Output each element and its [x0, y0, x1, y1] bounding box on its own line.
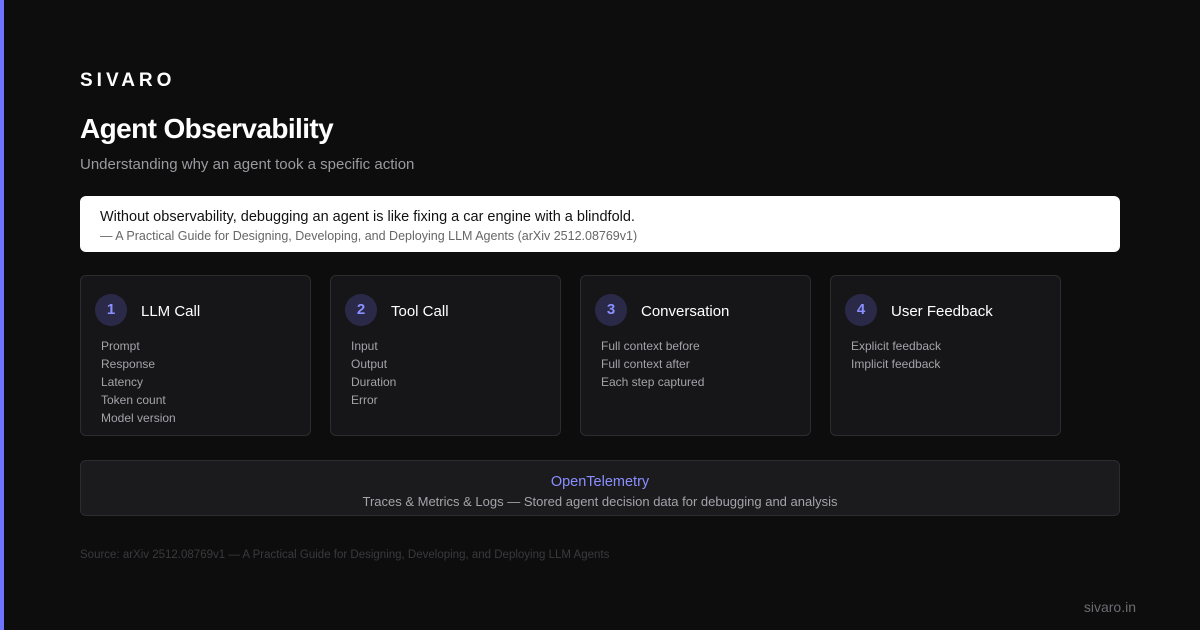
card-title: User Feedback — [891, 303, 993, 320]
step-number-badge: 1 — [95, 294, 127, 326]
step-number-badge: 4 — [845, 294, 877, 326]
card-item: Output — [351, 357, 388, 371]
opentelemetry-title: OpenTelemetry — [550, 474, 650, 490]
card-llm-call: 1 LLM Call Prompt Response Latency Token… — [80, 275, 311, 436]
page-subtitle: Understanding why an agent took a specif… — [80, 156, 415, 173]
card-item: Response — [101, 357, 156, 371]
card-title: Conversation — [641, 303, 730, 320]
site-url: sivaro.in — [1083, 599, 1136, 615]
source-citation: Source: arXiv 2512.08769v1 — A Practical… — [80, 549, 610, 561]
card-item: Latency — [101, 375, 144, 389]
card-tool-call: 2 Tool Call Input Output Duration Error — [330, 275, 561, 436]
step-number-badge: 2 — [345, 294, 377, 326]
card-item-list: Prompt Response Latency Token count Mode… — [101, 337, 176, 427]
quote-source: — A Practical Guide for Designing, Devel… — [100, 229, 638, 243]
card-item: Input — [351, 339, 378, 353]
quote-box: Without observability, debugging an agen… — [80, 196, 1120, 252]
card-item: Model version — [101, 411, 176, 425]
card-conversation: 3 Conversation Full context before Full … — [580, 275, 811, 436]
page-title: Agent Observability — [80, 113, 334, 144]
card-item-list: Explicit feedback Implicit feedback — [851, 337, 941, 373]
card-item: Explicit feedback — [851, 339, 942, 353]
card-item: Full context before — [601, 339, 700, 353]
card-item: Prompt — [101, 339, 140, 353]
card-item: Implicit feedback — [851, 357, 941, 371]
card-user-feedback: 4 User Feedback Explicit feedback Implic… — [830, 275, 1061, 436]
opentelemetry-panel: OpenTelemetry Traces & Metrics & Logs — … — [80, 460, 1120, 516]
card-item: Error — [351, 393, 378, 407]
accent-bar — [0, 0, 4, 630]
card-item: Full context after — [601, 357, 690, 371]
quote-text: Without observability, debugging an agen… — [100, 209, 635, 225]
slide: SIVARO Agent Observability Understanding… — [0, 0, 1200, 630]
card-item: Duration — [351, 375, 397, 389]
card-item-list: Full context before Full context after E… — [601, 337, 704, 391]
card-item: Token count — [101, 393, 166, 407]
card-item-list: Input Output Duration Error — [351, 337, 396, 409]
brand-logo: SIVARO — [80, 70, 176, 91]
card-title: Tool Call — [391, 303, 449, 320]
opentelemetry-description: Traces & Metrics & Logs — Stored agent d… — [362, 494, 838, 509]
card-title: LLM Call — [141, 303, 201, 320]
step-number-badge: 3 — [595, 294, 627, 326]
card-item: Each step captured — [601, 375, 705, 389]
